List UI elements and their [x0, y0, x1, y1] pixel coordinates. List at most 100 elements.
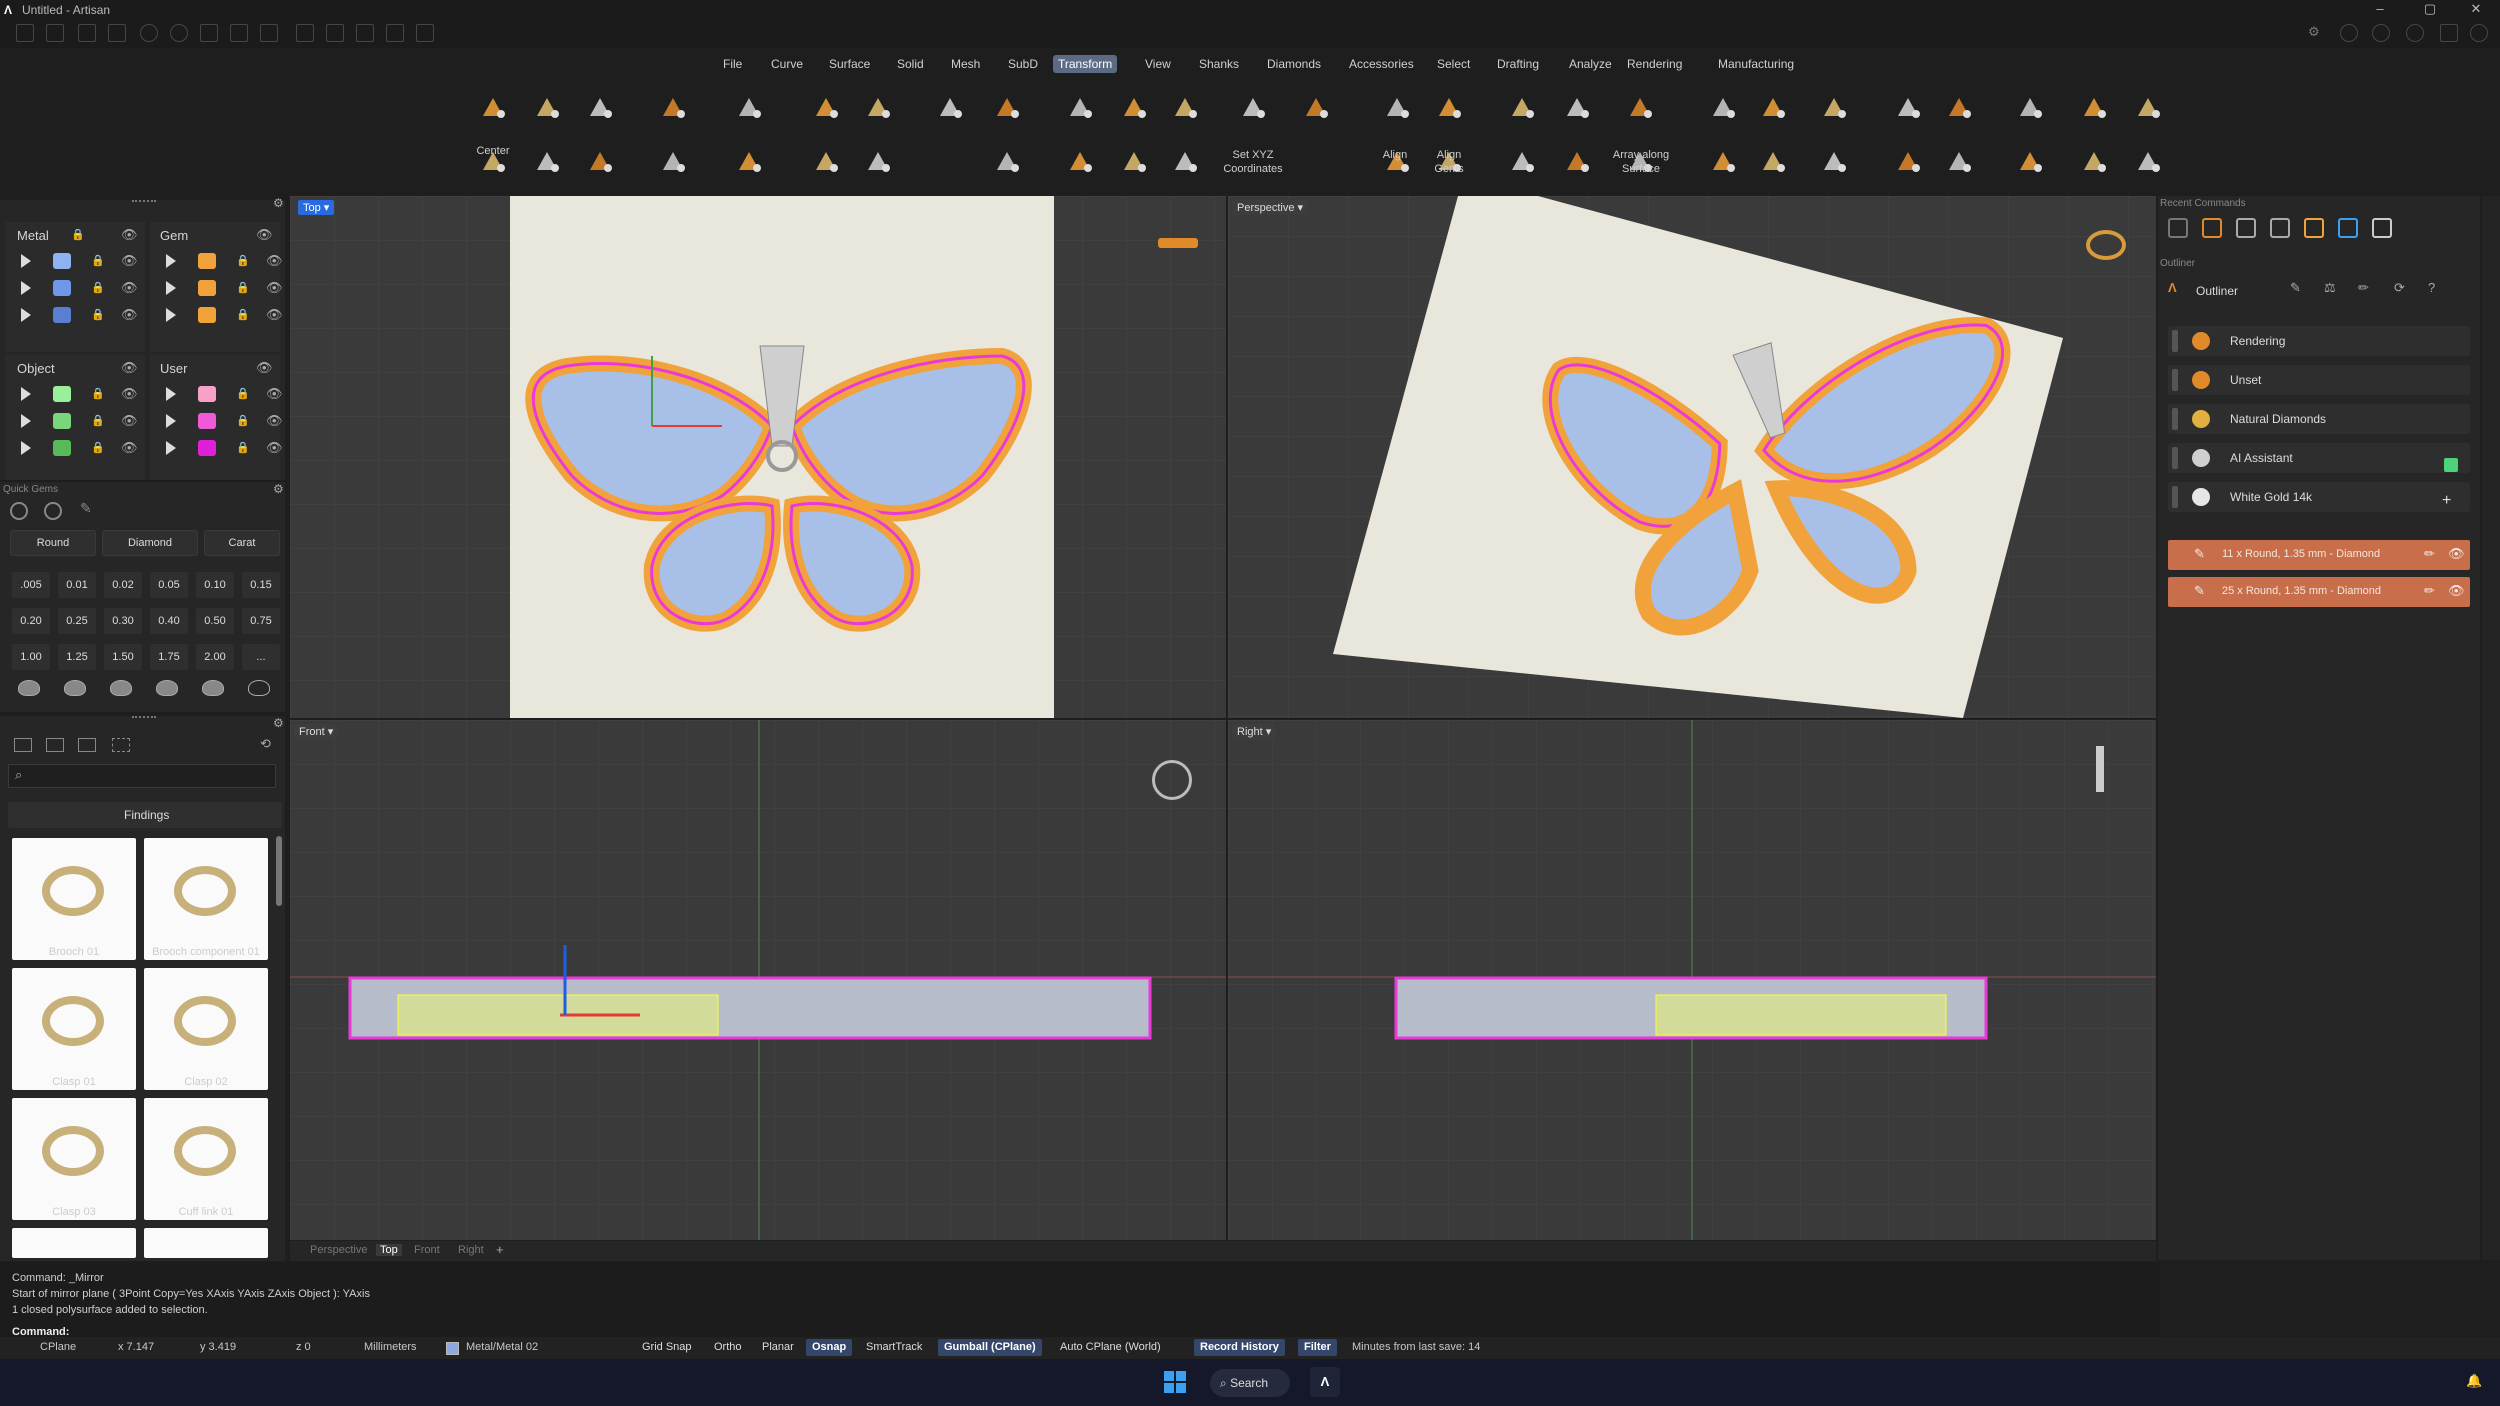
taskbar-search[interactable]: ⌕ Search: [1210, 1369, 1290, 1397]
refresh-icon[interactable]: ⟳: [2394, 280, 2405, 296]
refresh-icon[interactable]: ⟲: [260, 736, 271, 752]
toolbar-tool-icon[interactable]: [1753, 142, 1793, 182]
gem-shape-icon[interactable]: [10, 502, 28, 520]
expand-layer-icon[interactable]: [166, 254, 176, 268]
gem-size-button[interactable]: 0.02: [104, 572, 142, 598]
expand-layer-icon[interactable]: [21, 281, 31, 295]
toolbar-tool-icon[interactable]: [527, 142, 567, 182]
layer-color-swatch[interactable]: [53, 280, 71, 296]
eye-icon[interactable]: 👁: [266, 253, 283, 269]
toolbar-tool-icon[interactable]: [987, 142, 1027, 182]
viewport-tab-front[interactable]: Front: [410, 1244, 444, 1256]
gem-size-button[interactable]: 0.05: [150, 572, 188, 598]
gem-size-button[interactable]: 0.40: [150, 608, 188, 634]
toolbar-tool-icon[interactable]: [1620, 88, 1660, 128]
layer-color-swatch[interactable]: [53, 413, 71, 429]
gem-shape-icon[interactable]: [64, 680, 86, 696]
toolbar-tool-icon[interactable]: [729, 88, 769, 128]
scale-icon[interactable]: ⚖: [2324, 280, 2336, 296]
menu-subd[interactable]: SubD: [1003, 55, 1043, 73]
front-viewport[interactable]: Front ▾: [290, 720, 1226, 1240]
menu-surface[interactable]: Surface: [824, 55, 875, 73]
help-icon[interactable]: [2406, 24, 2424, 42]
toolbar-tool-icon[interactable]: [1703, 142, 1743, 182]
eye-icon[interactable]: 👁: [2448, 546, 2465, 562]
save-to-library-icon[interactable]: [78, 738, 96, 752]
toolbar-tool-icon[interactable]: [729, 142, 769, 182]
library-item-thumbnail[interactable]: [144, 838, 268, 960]
add-folder-icon[interactable]: [46, 738, 64, 752]
lock-icon[interactable]: 🔒: [91, 441, 105, 454]
save-as-icon[interactable]: [230, 24, 248, 42]
toolbar-tool-icon[interactable]: [473, 88, 513, 128]
toolbar-tool-icon[interactable]: [653, 142, 693, 182]
layer-color-swatch[interactable]: [198, 413, 216, 429]
eye-icon[interactable]: 👁: [266, 307, 283, 323]
status-toggle-planar[interactable]: Planar: [756, 1339, 800, 1356]
notification-icon[interactable]: 🔔: [2466, 1373, 2482, 1389]
gem-size-button[interactable]: .005: [12, 572, 50, 598]
eye-icon[interactable]: 👁: [256, 227, 273, 243]
eye-icon[interactable]: 👁: [121, 253, 138, 269]
import-icon[interactable]: [108, 24, 126, 42]
diamond-material-button[interactable]: Diamond: [102, 530, 198, 556]
gem-shape-icon[interactable]: [18, 680, 40, 696]
cplane-label[interactable]: CPlane: [40, 1341, 76, 1353]
toolbar-tool-icon[interactable]: [1296, 88, 1336, 128]
toolbar-tool-icon[interactable]: [1557, 88, 1597, 128]
library-scrollbar[interactable]: [276, 836, 282, 906]
lock-icon[interactable]: 🔒: [91, 414, 105, 427]
viewport-tab-perspective[interactable]: Perspective: [306, 1244, 371, 1256]
pendant-view-icon[interactable]: [2096, 746, 2104, 792]
gem-size-button[interactable]: 0.25: [58, 608, 96, 634]
outliner-row[interactable]: Unset: [2168, 365, 2470, 395]
round-shape-button[interactable]: Round: [10, 530, 96, 556]
gem-size-button[interactable]: 0.10: [196, 572, 234, 598]
expand-layer-icon[interactable]: [21, 254, 31, 268]
toolbar-tool-icon[interactable]: [1060, 142, 1100, 182]
library-item-thumbnail[interactable]: [12, 838, 136, 960]
status-toggle-smarttrack[interactable]: SmartTrack: [860, 1339, 928, 1356]
viewport-tab-top[interactable]: Top: [376, 1244, 402, 1256]
eye-icon[interactable]: 👁: [266, 413, 283, 429]
toolbar-tool-icon[interactable]: [1502, 142, 1542, 182]
toolbar-tool-icon[interactable]: [858, 142, 898, 182]
menu-mesh[interactable]: Mesh: [946, 55, 985, 73]
gem-size-button[interactable]: 1.25: [58, 644, 96, 670]
menu-rendering[interactable]: Rendering: [1622, 55, 1687, 73]
eye-icon[interactable]: 👁: [121, 280, 138, 296]
toolbar-tool-icon[interactable]: [1703, 88, 1743, 128]
gem-size-button[interactable]: ...: [242, 644, 280, 670]
maximize-button[interactable]: ▢: [2412, 1, 2448, 19]
library-search-input[interactable]: ⌕: [8, 764, 276, 788]
right-viewport-canvas[interactable]: [1228, 720, 2156, 1240]
menu-file[interactable]: File: [718, 55, 747, 73]
gem-size-button[interactable]: 0.30: [104, 608, 142, 634]
layers-icon[interactable]: [2372, 24, 2390, 42]
view-cube-icon[interactable]: [1158, 238, 1198, 248]
status-toggle-auto-cplane-world[interactable]: Auto CPlane (World): [1054, 1339, 1167, 1356]
grid-view-icon[interactable]: [112, 738, 130, 752]
tool-e-icon[interactable]: [416, 24, 434, 42]
history-group-row[interactable]: ✎ 25 x Round, 1.35 mm - Diamond ✏ 👁: [2168, 577, 2470, 607]
toolbar-tool-icon[interactable]: [1165, 142, 1205, 182]
new-template-icon[interactable]: [46, 24, 64, 42]
menu-solid[interactable]: Solid: [892, 55, 929, 73]
toolbar-tool-icon[interactable]: [2074, 88, 2114, 128]
settings-icon[interactable]: ⚙: [2308, 24, 2326, 42]
toolbar-tool-icon[interactable]: [806, 88, 846, 128]
pick-icon[interactable]: ✎: [2290, 280, 2301, 296]
library-item-thumbnail[interactable]: [144, 1098, 268, 1220]
status-toggle-grid-snap[interactable]: Grid Snap: [636, 1339, 698, 1356]
library-item-thumbnail[interactable]: [12, 1098, 136, 1220]
layer-color-swatch[interactable]: [53, 386, 71, 402]
toolbar-tool-icon[interactable]: [1939, 88, 1979, 128]
menu-curve[interactable]: Curve: [766, 55, 808, 73]
current-layer[interactable]: Metal/Metal 02: [466, 1341, 538, 1353]
gem-size-button[interactable]: 0.01: [58, 572, 96, 598]
gem-cut-icon[interactable]: [44, 502, 62, 520]
gem-shape-icon[interactable]: [156, 680, 178, 696]
expand-layer-icon[interactable]: [21, 387, 31, 401]
expand-layer-icon[interactable]: [166, 387, 176, 401]
account-icon[interactable]: [2470, 24, 2488, 42]
